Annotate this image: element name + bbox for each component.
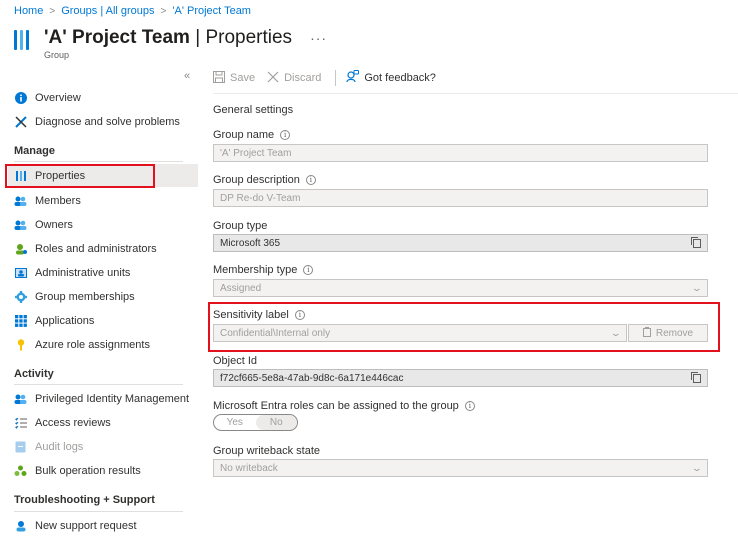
divider (213, 93, 738, 94)
sidebar-item-group-memberships[interactable]: Group memberships (8, 285, 198, 308)
toolbar: Save Discard Got feedback? (213, 70, 448, 86)
sidebar-item-audit-logs[interactable]: Audit logs (8, 435, 198, 458)
section-title: General settings (213, 104, 294, 116)
save-icon (213, 70, 225, 86)
sidebar-item-pim[interactable]: Privileged Identity Management (8, 387, 198, 410)
object-id-label: Object Id (213, 355, 258, 367)
sidebar-item-bulk-operations[interactable]: Bulk operation results (8, 459, 198, 482)
sidebar-item-members[interactable]: Members (8, 189, 198, 212)
writeback-dropdown[interactable]: No writeback ⌄ (213, 459, 708, 477)
bulk-icon (14, 464, 27, 477)
roles-icon (14, 242, 27, 255)
sidebar-section-support: Troubleshooting + Support (14, 494, 155, 506)
breadcrumb-separator-icon: > (160, 5, 167, 17)
sidebar-item-owners[interactable]: Owners (8, 213, 198, 236)
toolbar-separator (335, 70, 337, 86)
key-icon (14, 338, 27, 351)
owners-icon (14, 218, 27, 231)
group-description-field[interactable]: DP Re-do V-Team (213, 189, 708, 207)
info-icon[interactable]: i (305, 175, 316, 185)
breadcrumb-group[interactable]: 'A' Project Team (172, 5, 251, 17)
entra-roles-label: Microsoft Entra roles can be assigned to… (213, 400, 475, 412)
more-options-icon[interactable]: ··· (310, 30, 327, 46)
save-button[interactable]: Save (213, 70, 255, 86)
toggle-no[interactable]: No (255, 415, 297, 430)
sidebar-item-new-support-request[interactable]: New support request (8, 514, 198, 537)
trash-icon (642, 326, 651, 340)
breadcrumb-home[interactable]: Home (14, 5, 43, 17)
chevron-down-icon: ⌄ (691, 282, 704, 293)
group-name-field[interactable]: 'A' Project Team (213, 144, 708, 162)
membership-type-label: Membership type i (213, 264, 314, 276)
close-icon (267, 71, 279, 86)
sensitivity-label-label: Sensitivity label i (213, 309, 305, 321)
support-icon (14, 519, 27, 532)
entra-roles-toggle[interactable]: Yes No (213, 414, 298, 431)
collapse-sidebar-icon[interactable]: « (184, 70, 190, 82)
pim-icon (14, 392, 27, 405)
sidebar-item-access-reviews[interactable]: Access reviews (8, 411, 198, 434)
sidebar-item-overview[interactable]: Overview (8, 86, 198, 109)
copy-icon[interactable] (691, 371, 701, 383)
highlight-properties (5, 164, 155, 188)
sidebar-section-manage: Manage (14, 145, 55, 157)
writeback-label: Group writeback state (213, 445, 320, 457)
divider (14, 384, 183, 385)
feedback-button[interactable]: Got feedback? (346, 70, 436, 86)
discard-button[interactable]: Discard (267, 71, 321, 86)
audit-log-icon (14, 440, 27, 453)
sidebar-item-applications[interactable]: Applications (8, 309, 198, 332)
breadcrumb-groups[interactable]: Groups | All groups (61, 5, 154, 17)
page-subtitle: Group (44, 50, 70, 60)
breadcrumb: Home > Groups | All groups > 'A' Project… (14, 5, 251, 17)
divider (14, 511, 183, 512)
toggle-yes[interactable]: Yes (214, 415, 256, 430)
info-icon[interactable]: i (303, 265, 314, 275)
feedback-icon (346, 70, 360, 86)
group-type-field: Microsoft 365 (213, 234, 708, 252)
divider (14, 161, 183, 162)
admin-units-icon (14, 266, 27, 279)
sidebar-item-diagnose[interactable]: Diagnose and solve problems (8, 110, 198, 133)
properties-icon (14, 26, 34, 50)
sidebar-item-azure-roles[interactable]: Azure role assignments (8, 333, 198, 356)
page-title: 'A' Project Team | Properties (44, 27, 293, 48)
breadcrumb-separator-icon: > (49, 5, 56, 17)
group-type-label: Group type (213, 220, 268, 232)
sidebar-section-activity: Activity (14, 368, 54, 380)
sensitivity-label-dropdown[interactable]: Confidential\Internal only ⌄ (213, 324, 627, 342)
remove-button[interactable]: Remove (628, 324, 708, 342)
membership-type-dropdown[interactable]: Assigned ⌄ (213, 279, 708, 297)
sidebar-item-roles[interactable]: Roles and administrators (8, 237, 198, 260)
checklist-icon (14, 416, 27, 429)
page-header: 'A' Project Team | Properties ··· (14, 26, 327, 50)
members-icon (14, 194, 27, 207)
group-description-label: Group description i (213, 174, 316, 186)
info-icon[interactable]: i (280, 130, 291, 140)
object-id-field: f72cf665-5e8a-47ab-9d8c-6a171e446cac (213, 369, 708, 387)
group-name-label: Group name i (213, 129, 291, 141)
chevron-down-icon: ⌄ (610, 327, 623, 338)
info-icon[interactable]: i (464, 401, 475, 411)
chevron-down-icon: ⌄ (691, 462, 704, 473)
info-icon[interactable]: i (294, 310, 305, 320)
info-icon (14, 91, 27, 104)
sidebar-item-admin-units[interactable]: Administrative units (8, 261, 198, 284)
copy-icon[interactable] (691, 236, 701, 248)
applications-icon (14, 314, 27, 327)
group-memberships-icon (14, 290, 27, 303)
wrench-icon (14, 115, 27, 128)
